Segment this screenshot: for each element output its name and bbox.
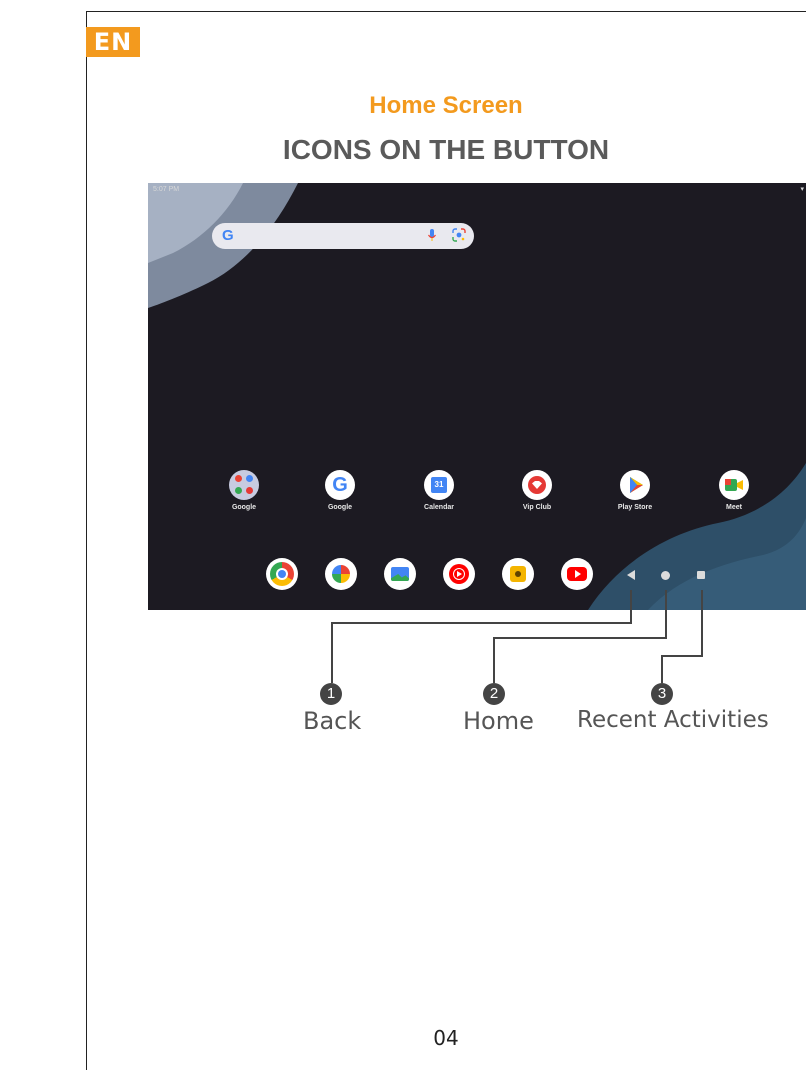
callout-number: 2 [483, 683, 505, 705]
callout-label-back: Back [303, 707, 362, 735]
callout-label-home: Home [463, 707, 534, 735]
callout-number: 1 [320, 683, 342, 705]
callout-number: 3 [651, 683, 673, 705]
callout-leader-lines [331, 590, 703, 683]
callout-label-recent-activities: Recent Activities [577, 707, 769, 733]
page-number: 04 [433, 1026, 459, 1050]
